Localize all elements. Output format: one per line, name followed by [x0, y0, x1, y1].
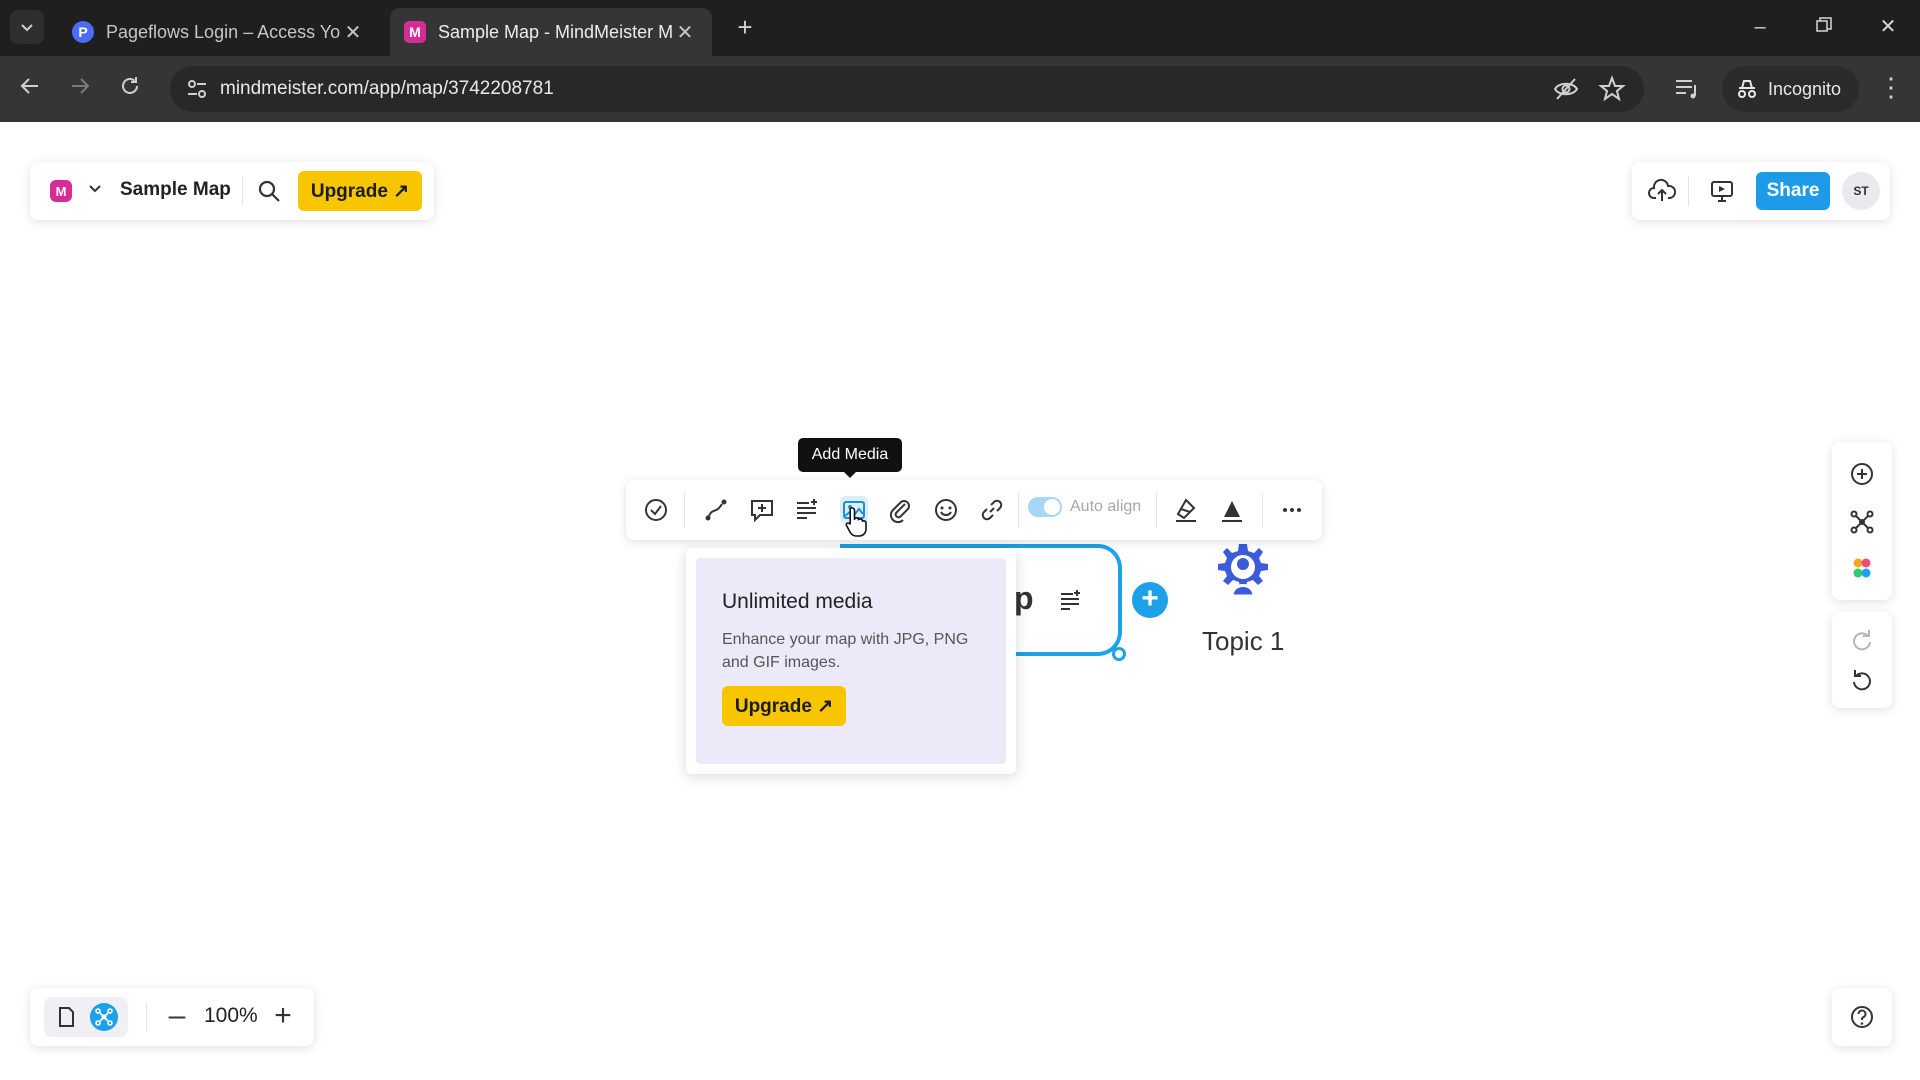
chevron-down-icon[interactable] — [88, 181, 102, 195]
tab-search-button[interactable] — [10, 10, 44, 44]
central-topic-text[interactable]: p — [1014, 580, 1034, 617]
fill-color-icon[interactable] — [1172, 496, 1200, 524]
right-tool-panel — [1832, 442, 1892, 600]
incognito-icon — [1738, 80, 1756, 98]
notes-icon[interactable] — [1058, 588, 1082, 612]
topic-label[interactable]: Topic 1 — [1202, 626, 1284, 657]
topic-gear-person-icon — [1218, 544, 1268, 598]
undo-icon[interactable] — [1848, 666, 1876, 694]
browser-tab-bar: P Pageflows Login – Access Your ✕ M Samp… — [0, 0, 1920, 56]
map-header: M Sample Map Upgrade ↗ — [30, 162, 434, 220]
divider — [684, 492, 685, 528]
divider — [1018, 492, 1019, 528]
divider — [1688, 176, 1689, 206]
arrow-left-icon — [20, 78, 38, 94]
top-right-actions: Share ST — [1632, 162, 1890, 220]
tab-title: Pageflows Login – Access Your — [106, 21, 340, 42]
zoom-in-button[interactable]: + — [268, 1000, 298, 1034]
hand-cursor-icon — [845, 507, 867, 537]
close-icon[interactable]: ✕ — [340, 20, 366, 45]
task-check-icon[interactable] — [642, 496, 670, 524]
tab-title: Sample Map - MindMeister Mi — [438, 21, 672, 42]
theme-palette-icon[interactable] — [1848, 554, 1876, 582]
forward-button[interactable] — [62, 72, 98, 108]
zoom-level[interactable]: 100% — [204, 1004, 258, 1028]
popup-upgrade-button[interactable]: Upgrade ↗ — [722, 686, 846, 726]
presentation-icon[interactable] — [1708, 177, 1736, 205]
map-title[interactable]: Sample Map — [120, 179, 231, 201]
chevron-down-icon — [21, 24, 33, 32]
browser-toolbar: mindmeister.com/app/map/3742208781 Incog… — [0, 56, 1920, 122]
popup-description: Enhance your map with JPG, PNG and GIF i… — [722, 631, 969, 671]
incognito-label: Incognito — [1768, 78, 1842, 99]
arrow-right-icon — [72, 78, 90, 94]
browser-menu-button[interactable]: ⋮ — [1876, 72, 1906, 106]
pageflows-favicon-icon: P — [72, 21, 94, 43]
restore-icon — [1816, 17, 1832, 32]
node-toolbar: Auto align — [626, 480, 1322, 540]
popup-title: Unlimited media — [722, 590, 873, 613]
search-icon[interactable] — [256, 178, 282, 204]
redo-icon[interactable] — [1848, 626, 1876, 654]
tab-pageflows[interactable]: P Pageflows Login – Access Your ✕ — [58, 8, 380, 56]
url-text[interactable]: mindmeister.com/app/map/3742208781 — [220, 78, 554, 100]
avatar[interactable]: ST — [1842, 172, 1880, 210]
help-icon — [1851, 1006, 1873, 1028]
divider — [146, 1002, 147, 1032]
share-button[interactable]: Share — [1756, 172, 1830, 210]
upgrade-button[interactable]: Upgrade ↗ — [298, 171, 422, 211]
address-bar[interactable]: mindmeister.com/app/map/3742208781 — [170, 66, 1644, 112]
map-canvas[interactable]: M Sample Map Upgrade ↗ Share ST p + Topi… — [0, 122, 1920, 1080]
more-options-icon[interactable] — [1278, 496, 1306, 524]
minimize-button[interactable]: – — [1740, 10, 1780, 44]
emoji-icon[interactable] — [932, 496, 960, 524]
auto-align-label: Auto align — [1070, 498, 1142, 515]
notes-icon[interactable] — [794, 496, 822, 524]
add-subtopic-button[interactable]: + — [1132, 582, 1168, 618]
media-upgrade-popup: Unlimited media Enhance your map with JP… — [686, 548, 1016, 774]
help-button[interactable] — [1832, 988, 1892, 1046]
divider — [1156, 492, 1157, 528]
media-controls-icon[interactable] — [1672, 74, 1702, 104]
add-media-tooltip: Add Media — [798, 438, 902, 478]
map-layout-icon[interactable] — [1848, 508, 1876, 536]
zoom-out-button[interactable]: – — [162, 1000, 192, 1034]
zoom-controls: – 100% + — [30, 988, 314, 1046]
reload-button[interactable] — [112, 72, 148, 108]
link-icon[interactable] — [978, 496, 1006, 524]
cloud-upload-icon[interactable] — [1648, 177, 1676, 205]
toggle-switch[interactable] — [1028, 497, 1062, 517]
close-icon[interactable]: ✕ — [672, 20, 698, 45]
restore-button[interactable] — [1804, 10, 1844, 44]
history-panel — [1832, 612, 1892, 708]
mindmeister-favicon-icon: M — [404, 21, 426, 43]
add-circle-icon[interactable] — [1848, 460, 1876, 488]
site-settings-icon[interactable] — [182, 74, 212, 104]
close-window-button[interactable]: ✕ — [1868, 10, 1908, 44]
auto-align-toggle[interactable]: Auto align — [1028, 497, 1141, 517]
incognito-indicator[interactable]: Incognito — [1722, 66, 1860, 112]
outline-view-icon[interactable] — [52, 1003, 80, 1031]
comment-add-icon[interactable] — [748, 496, 776, 524]
view-mode-switch — [44, 997, 128, 1037]
node-resize-handle[interactable] — [1112, 647, 1126, 661]
bookmark-star-icon[interactable] — [1598, 75, 1626, 103]
attachment-icon[interactable] — [886, 496, 914, 524]
mindmap-view-icon[interactable] — [90, 1003, 118, 1031]
new-tab-button[interactable]: + — [730, 12, 760, 42]
text-style-icon[interactable] — [1218, 496, 1246, 524]
reload-icon — [122, 77, 138, 94]
divider — [1262, 492, 1263, 528]
media-popup-body: Unlimited media Enhance your map with JP… — [696, 558, 1006, 764]
back-button[interactable] — [12, 72, 48, 108]
eye-off-icon[interactable] — [1552, 75, 1580, 103]
mindmeister-logo-icon[interactable]: M — [50, 180, 72, 202]
connection-icon[interactable] — [702, 496, 730, 524]
tab-sample-map[interactable]: M Sample Map - MindMeister Mi ✕ — [390, 8, 712, 56]
divider — [242, 176, 243, 206]
